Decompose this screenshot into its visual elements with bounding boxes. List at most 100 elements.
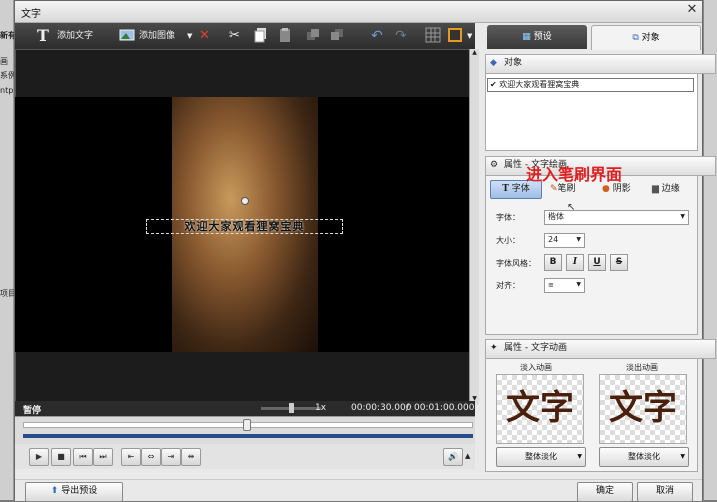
image-icon xyxy=(119,29,135,41)
list-item[interactable]: ✔ 欢迎大家观看狸窝宝典 xyxy=(487,78,694,92)
speed-slider-thumb[interactable] xyxy=(288,403,294,413)
close-icon[interactable]: ✕ xyxy=(685,3,699,17)
undo-icon[interactable]: ↶ xyxy=(371,26,383,46)
properties-icon: ⚙ xyxy=(490,160,499,170)
bold-button[interactable]: B xyxy=(544,254,562,271)
ok-button[interactable]: 确定 xyxy=(577,482,633,502)
right-panel-tabs: ▦ 预设 ⧉ 对象 xyxy=(485,23,702,50)
text-overlay-box[interactable]: 欢迎大家观看狸窝宝典 xyxy=(146,219,343,234)
bring-forward-icon[interactable] xyxy=(305,27,321,43)
grid-icon[interactable] xyxy=(425,27,441,43)
subtab-label: 笔刷 xyxy=(557,184,576,194)
check-icon[interactable]: ✔ xyxy=(490,80,497,89)
chevron-down-icon[interactable]: ▼ xyxy=(187,26,192,46)
cancel-button[interactable]: 取消 xyxy=(637,482,693,502)
objects-panel-header: ◆ 对象 xyxy=(485,54,716,74)
volume-icon[interactable]: 🔊 xyxy=(443,448,463,466)
chevron-down-icon[interactable]: ▼ xyxy=(467,26,472,46)
chevron-up-icon[interactable]: ▲ xyxy=(465,452,470,460)
paste-icon[interactable] xyxy=(277,27,293,43)
fade-in-preview[interactable]: 文字 xyxy=(496,374,584,444)
animation-icon: ✦ xyxy=(490,343,498,353)
size-select[interactable]: 24 ▼ xyxy=(544,233,585,248)
align-center-icon: ≡ xyxy=(548,281,554,289)
speed-label: 1x xyxy=(315,403,327,413)
window-title: 文字 xyxy=(21,9,41,20)
style-label: 字体风格： xyxy=(496,259,536,268)
animation-panel-title: 属性 - 文字动画 xyxy=(504,343,567,353)
subtab-edge[interactable]: ▆ 边缘 xyxy=(652,181,680,194)
playback-status: 暂停 xyxy=(23,406,42,416)
bg-label-4: ntp xyxy=(0,86,14,95)
fade-out-preview[interactable]: 文字 xyxy=(599,374,687,444)
italic-button[interactable]: I xyxy=(566,254,584,271)
time-separator: / xyxy=(406,403,410,413)
add-text-button[interactable]: 添加文字 xyxy=(57,26,93,46)
edge-icon: ▆ xyxy=(652,184,659,194)
play-button[interactable]: ▶ xyxy=(29,448,49,466)
align-label: 对齐： xyxy=(496,281,520,290)
background-color-icon[interactable] xyxy=(447,27,463,43)
chevron-down-icon: ▼ xyxy=(680,453,685,460)
font-select[interactable]: 楷体 ▼ xyxy=(544,210,689,225)
annotation-text: 进入笔刷界面 xyxy=(526,165,623,184)
font-label: 字体： xyxy=(496,213,520,222)
subtab-label: 边缘 xyxy=(661,184,680,194)
fade-out-select[interactable]: 整体淡化 ▼ xyxy=(599,447,689,467)
speed-slider[interactable] xyxy=(261,403,321,413)
text-dialog: 文字 ✕ T 添加文字 添加图像 ▼ ✕ ✂ ↶ ↷ ▼ 欢迎大家观看狸窝宝典 … xyxy=(14,0,716,502)
align-select[interactable]: ≡ ▼ xyxy=(544,278,585,293)
tab-label: 对象 xyxy=(641,33,660,43)
mouse-cursor-icon: ↖ xyxy=(567,202,576,213)
tab-objects[interactable]: ⧉ 对象 xyxy=(591,25,701,50)
redo-icon[interactable]: ↷ xyxy=(395,26,407,46)
playback-controls: ▶ ■ ⏮ ⏭ ⇤ ⇔ ⇥ ⇹ 🔊 ▲ xyxy=(15,444,475,469)
timeline-range[interactable] xyxy=(23,434,473,438)
preview-scrollbar[interactable]: ▲ ▼ xyxy=(469,49,479,405)
size-label: 大小： xyxy=(496,236,520,245)
bg-label-5: 项目 xyxy=(0,289,14,298)
shadow-icon: ● xyxy=(602,184,610,194)
tab-label: 预设 xyxy=(533,32,552,42)
align-left-icon[interactable]: ⇤ xyxy=(121,448,141,466)
underline-button[interactable]: U xyxy=(588,254,606,271)
chevron-down-icon: ▼ xyxy=(576,236,581,243)
send-backward-icon[interactable] xyxy=(329,27,345,43)
tab-presets[interactable]: ▦ 预设 xyxy=(487,25,587,49)
animation-panel: 淡入动画 淡出动画 文字 文字 整体淡化 ▼ 整体淡化 ▼ xyxy=(485,358,698,472)
chevron-down-icon: ▼ xyxy=(577,453,582,460)
dialog-footer: ⬆ 导出预设 确定 取消 xyxy=(15,479,702,502)
rotate-handle[interactable] xyxy=(241,197,249,205)
stop-button[interactable]: ■ xyxy=(51,448,71,466)
objects-icon: ⧉ xyxy=(632,33,639,43)
fade-out-label: 淡出动画 xyxy=(626,363,658,372)
total-time: 00:01:00.000 xyxy=(414,403,475,413)
fit-icon[interactable]: ⇹ xyxy=(181,448,201,466)
title-bar: 文字 ✕ xyxy=(15,1,702,23)
copy-icon[interactable] xyxy=(253,27,269,43)
previous-button[interactable]: ⏮ xyxy=(73,448,93,466)
timeline[interactable] xyxy=(15,416,475,444)
fade-in-select[interactable]: 整体淡化 ▼ xyxy=(496,447,586,467)
fade-in-value: 整体淡化 xyxy=(525,452,557,461)
align-center-icon[interactable]: ⇔ xyxy=(141,448,161,466)
next-button[interactable]: ⏭ xyxy=(93,448,113,466)
timeline-thumb[interactable] xyxy=(243,419,251,431)
bg-label-1: 新有 xyxy=(0,31,14,40)
align-right-icon[interactable]: ⇥ xyxy=(161,448,181,466)
cut-icon[interactable]: ✂ xyxy=(229,26,240,46)
export-preset-button[interactable]: ⬆ 导出预设 xyxy=(25,482,123,502)
fade-out-value: 整体淡化 xyxy=(628,452,660,461)
scroll-up-icon[interactable]: ▲ xyxy=(471,49,478,59)
add-image-button[interactable]: 添加图像 xyxy=(139,26,175,46)
bg-label-3: 系例 xyxy=(0,71,14,80)
objects-list: ✔ 欢迎大家观看狸窝宝典 xyxy=(485,73,698,151)
delete-icon[interactable]: ✕ xyxy=(199,26,210,46)
objects-panel-title: 对象 xyxy=(504,58,523,68)
object-label: 欢迎大家观看狸窝宝典 xyxy=(499,80,580,89)
objects-icon: ◆ xyxy=(490,58,497,68)
background-app-right xyxy=(703,0,717,500)
export-icon: ⬆ xyxy=(50,486,59,496)
strikethrough-button[interactable]: S xyxy=(610,254,628,271)
bg-label-2: 画 xyxy=(0,57,8,66)
